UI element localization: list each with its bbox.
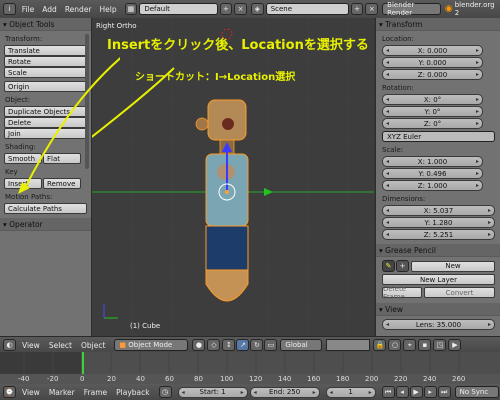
snap-icon[interactable]: ⌖ <box>403 339 417 351</box>
rotation-x-field[interactable]: ◂ X: 0° ▸ <box>382 94 483 105</box>
annotation-shortcut-text: ショートカット：I→Location選択 <box>135 72 296 83</box>
close-scene-icon[interactable]: × <box>365 3 379 15</box>
operator-panel-header[interactable]: ▾ Operator <box>0 218 91 231</box>
scene-icon[interactable]: ◈ <box>250 3 264 15</box>
scene-selector[interactable]: Scene <box>265 3 349 15</box>
marker-menu[interactable]: Marker <box>49 388 75 397</box>
add-scene-icon[interactable]: + <box>350 3 364 15</box>
new-grease-pencil-button[interactable]: New <box>411 260 495 272</box>
top-menu-bar: i File Add Render Help ▦ Default + × ◈ S… <box>0 0 500 19</box>
editor-type-icon[interactable]: ⌚ <box>3 386 16 398</box>
scale-y-field[interactable]: ◂ Y: 0.496 ▸ <box>382 168 483 179</box>
menu-render[interactable]: Render <box>65 5 92 14</box>
current-frame-field[interactable]: ◂ 1 ▸ <box>325 386 376 398</box>
next-keyframe-icon[interactable]: ▸ <box>423 386 437 398</box>
editor-type-icon[interactable]: ◐ <box>3 339 16 351</box>
preview-range-icon[interactable]: ◷ <box>158 386 172 398</box>
menu-file[interactable]: File <box>22 5 35 14</box>
viewport-canvas <box>92 18 374 336</box>
scale-label: Scale: <box>382 146 404 154</box>
properties-panel: ▾ Transform Location: ◂ X: 0.000 ▸ ◂ Y: 0.0… <box>375 18 500 336</box>
jump-start-icon[interactable]: ⏮ <box>381 386 395 398</box>
rotation-y-field[interactable]: ◂ Y: 0° ▸ <box>382 106 483 117</box>
grease-pencil-header[interactable]: ▾ Grease Pencil <box>376 244 500 257</box>
proportional-edit-icon[interactable]: ○ <box>388 339 402 351</box>
location-label: Location: <box>382 35 414 43</box>
version-label: blender.org 2 <box>454 1 495 17</box>
select-menu[interactable]: Select <box>49 341 72 350</box>
rotate-manipulator-icon[interactable]: ↻ <box>250 339 264 351</box>
location-x-field[interactable]: ◂ X: 0.000 ▸ <box>382 45 483 56</box>
timeline-ruler: -40 -20 0 20 40 60 80 100 120 140 160 18… <box>18 375 466 383</box>
translate-manipulator-icon[interactable]: ↗ <box>236 339 250 351</box>
opengl-render-icon[interactable]: ◳ <box>433 339 447 351</box>
annotation-arrow-tail <box>18 57 120 194</box>
close-layout-icon[interactable]: × <box>234 3 247 15</box>
blender-logo-icon: ◉ <box>444 4 453 14</box>
sync-mode-selector[interactable]: No Sync <box>454 386 499 398</box>
cube-icon: ■ <box>119 341 129 349</box>
dimension-x-field[interactable]: ◂ X: 5.037 ▸ <box>382 205 495 216</box>
view-menu[interactable]: View <box>22 341 40 350</box>
character-model <box>195 99 249 302</box>
playback-menu[interactable]: Playback <box>116 388 149 397</box>
end-frame-field[interactable]: ◂ End: 250 ▸ <box>249 386 320 398</box>
add-layout-icon[interactable]: + <box>219 3 233 15</box>
delete-frame-button[interactable]: Delete Frame <box>382 285 422 301</box>
menu-help[interactable]: Help <box>100 5 117 14</box>
active-object-label: (1) Cube <box>130 322 161 330</box>
view-panel-header[interactable]: ▾ View <box>376 303 500 316</box>
scale-manipulator-icon[interactable]: ▭ <box>264 339 278 351</box>
pivot-point-icon[interactable]: ◇ <box>207 339 221 351</box>
dimension-z-field[interactable]: ◂ Z: 5.251 ▸ <box>382 229 495 240</box>
frame-menu[interactable]: Frame <box>84 388 107 397</box>
transform-panel-header[interactable]: ▾ Transform <box>376 18 500 31</box>
3d-viewport[interactable]: Right Ortho (1) Cube <box>92 18 374 336</box>
location-z-field[interactable]: ◂ Z: 0.000 ▸ <box>382 69 483 80</box>
editor-type-icon[interactable]: i <box>3 3 16 15</box>
new-layer-button[interactable]: New Layer <box>382 274 495 285</box>
scale-z-field[interactable]: ◂ Z: 1.000 ▸ <box>382 180 483 191</box>
location-y-field[interactable]: ◂ Y: 0.000 ▸ <box>382 57 483 68</box>
transform-orientation-selector[interactable]: Global <box>280 339 323 351</box>
render-engine-selector[interactable]: Blender Render <box>382 1 441 17</box>
viewport-shading-icon[interactable]: ● <box>192 339 206 351</box>
scale-x-field[interactable]: ◂ X: 1.000 ▸ <box>382 156 483 167</box>
manipulator-toggle-icon[interactable]: ↕ <box>222 339 236 351</box>
timeline-view-menu[interactable]: View <box>22 388 40 397</box>
rotation-label: Rotation: <box>382 84 414 92</box>
layer-buttons[interactable] <box>326 339 371 351</box>
timeline-editor[interactable]: -40 -20 0 20 40 60 80 100 120 140 160 18… <box>0 352 500 384</box>
rotation-z-field[interactable]: ◂ Z: 0° ▸ <box>382 118 483 129</box>
play-icon[interactable]: ▶ <box>409 386 423 398</box>
lock-layers-icon[interactable]: 🔒 <box>373 339 387 351</box>
lens-field[interactable]: ◂ Lens: 35.000 ▸ <box>382 319 495 330</box>
annotation-main-text: Insertをクリック後、Locationを選択する <box>107 38 369 53</box>
convert-button[interactable]: Convert <box>424 287 495 298</box>
menu-add[interactable]: Add <box>42 5 57 14</box>
screen-layout-icon[interactable]: ▦ <box>124 3 138 15</box>
add-datablock-icon[interactable]: + <box>396 260 409 272</box>
start-frame-field[interactable]: ◂ Start: 1 ▸ <box>177 386 248 398</box>
viewport-header: ◐ View Select Object ■ Object Mode ● ◇ ↕… <box>0 336 500 353</box>
dimensions-label: Dimensions: <box>382 195 426 203</box>
pencil-icon[interactable]: ✎ <box>382 260 395 272</box>
timeline-header: ⌚ View Marker Frame Playback ◷ ◂ Start: 1… <box>0 384 500 400</box>
mode-selector[interactable]: ■ Object Mode <box>114 339 189 351</box>
dimension-y-field[interactable]: ◂ Y: 1.280 ▸ <box>382 217 495 228</box>
snap-element-icon[interactable]: ▪ <box>418 339 432 351</box>
layout-selector[interactable]: Default <box>139 3 218 15</box>
jump-end-icon[interactable]: ⏭ <box>437 386 451 398</box>
prev-keyframe-icon[interactable]: ◂ <box>395 386 409 398</box>
opengl-anim-icon[interactable]: ▶ <box>448 339 462 351</box>
object-menu[interactable]: Object <box>81 341 105 350</box>
rotation-mode-selector[interactable]: XYZ Euler <box>382 131 495 142</box>
